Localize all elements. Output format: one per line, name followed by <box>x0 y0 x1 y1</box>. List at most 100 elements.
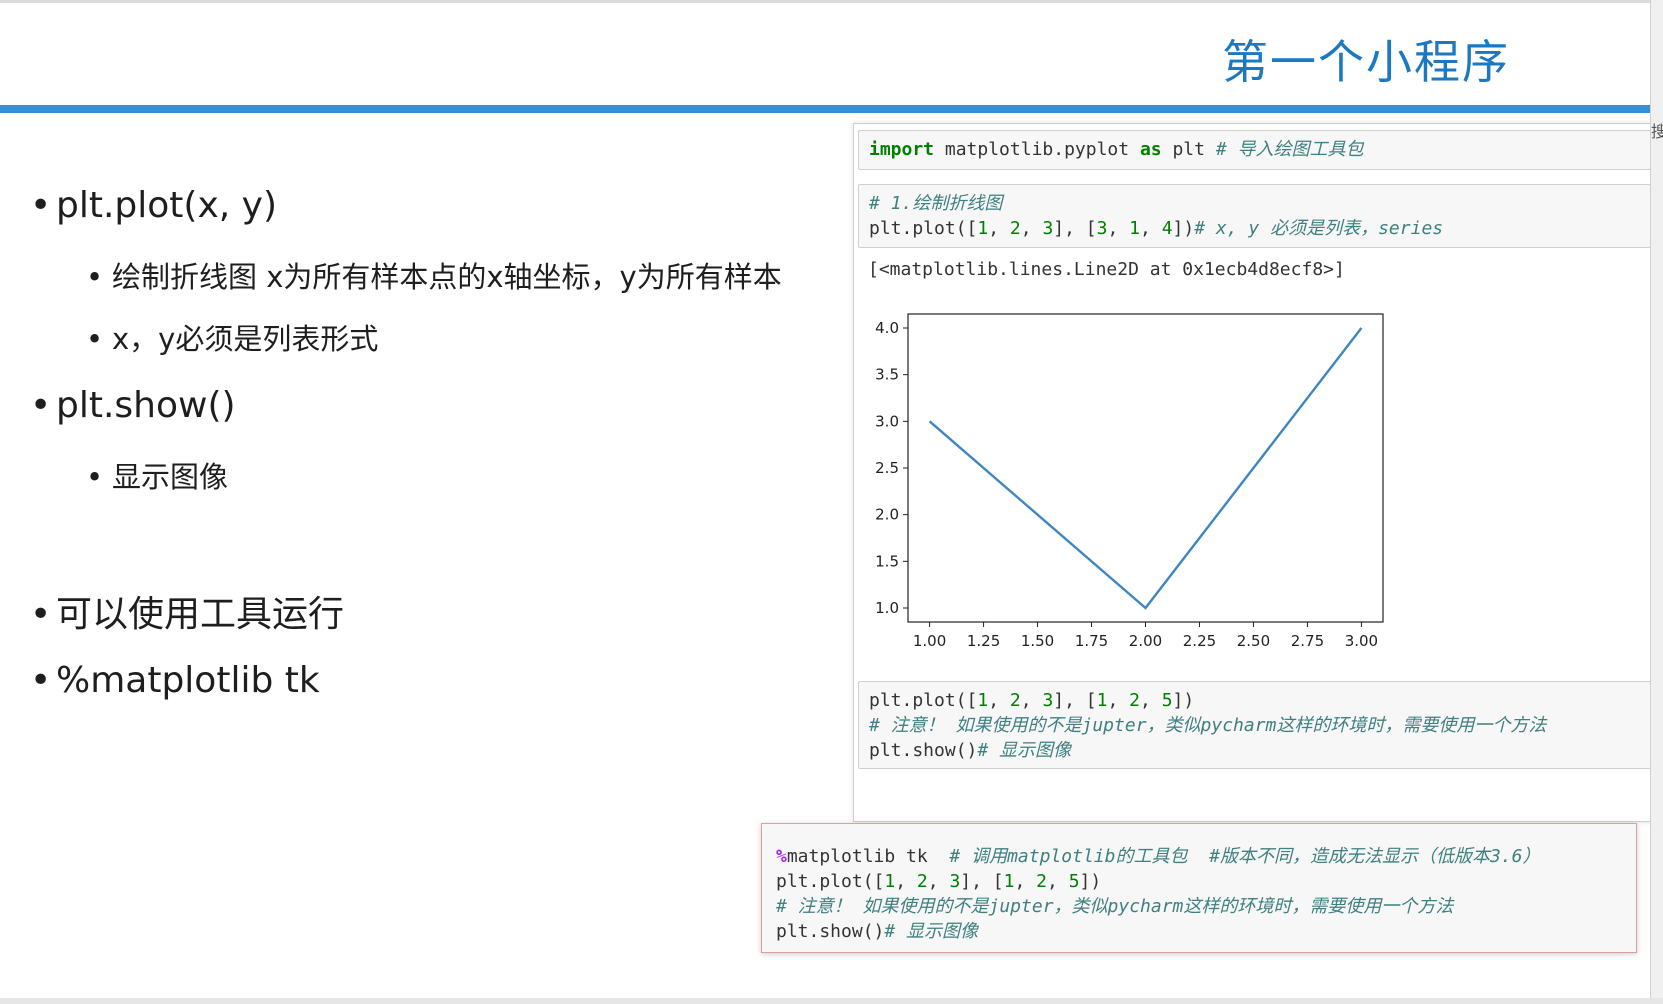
bullet-text: x，y必须是列表形式 <box>112 322 379 356</box>
window-right-edge: 搜索 <box>1650 0 1663 1004</box>
code-number: 1 <box>1096 690 1108 711</box>
code-number: 2 <box>916 871 928 892</box>
cell-output-text: [<matplotlib.lines.Line2D at 0x1ecb4d8ec… <box>868 259 1345 280</box>
x-tick-label: 1.25 <box>967 632 1000 650</box>
code-text: ]) <box>1172 690 1195 711</box>
code-number: 2 <box>1009 218 1021 239</box>
code-text: , <box>1020 218 1043 239</box>
y-tick-label: 3.5 <box>875 366 899 384</box>
slide-title: 第一个小程序 <box>1222 35 1510 89</box>
bullet-matplotlib-tk: • %matplotlib tk <box>30 660 320 701</box>
code-text: ]) <box>1172 218 1195 239</box>
alias-name: plt <box>1161 139 1216 160</box>
y-tick-label: 3.0 <box>875 412 899 430</box>
code-text: matplotlib tk <box>786 846 950 867</box>
code-number: 3 <box>949 871 961 892</box>
code-number: 2 <box>1009 690 1021 711</box>
code-number: 1 <box>977 690 989 711</box>
code-comment: # 显示图像 <box>977 740 1072 761</box>
bullet-text: plt.plot(x, y) <box>56 185 277 226</box>
plot-area <box>907 313 1384 623</box>
code-text: , <box>1140 690 1162 711</box>
code-text: plt.plot([ <box>776 871 885 892</box>
title-rule <box>0 105 1650 113</box>
code-text: , <box>1020 690 1043 711</box>
magic-percent: % <box>776 846 787 867</box>
code-number: 2 <box>1129 690 1141 711</box>
bullet-plt-show: • plt.show() <box>30 385 236 426</box>
bullet-list-format: • x，y必须是列表形式 <box>86 316 378 358</box>
code-text: , <box>1014 871 1037 892</box>
code-text: , <box>1107 690 1130 711</box>
code-text: plt.show() <box>869 740 978 761</box>
y-tick-label: 1.0 <box>875 599 899 617</box>
code-text: plt.plot([ <box>869 218 978 239</box>
bullet-show-desc: • 显示图像 <box>86 454 228 496</box>
bullet-plt-plot: • plt.plot(x, y) <box>30 185 277 226</box>
code-cell-show[interactable]: plt.plot([1, 2, 3], [1, 2, 5]) # 注意！ 如果使… <box>858 681 1651 769</box>
code-text: , <box>927 871 950 892</box>
code-text: , <box>988 690 1010 711</box>
code-number: 1 <box>1003 871 1015 892</box>
keyword-import: import <box>869 139 935 160</box>
code-number: 5 <box>1161 690 1173 711</box>
bullet-text: %matplotlib tk <box>56 660 320 701</box>
x-tick-label: 3.00 <box>1345 632 1378 650</box>
keyword-as: as <box>1139 139 1162 160</box>
bullet-use-tool: • 可以使用工具运行 <box>30 585 344 637</box>
code-number: 1 <box>884 871 896 892</box>
code-text: ], [ <box>960 871 1004 892</box>
code-number: 3 <box>1042 218 1054 239</box>
code-comment: # 显示图像 <box>884 921 979 942</box>
bullet-text: 可以使用工具运行 <box>56 594 345 635</box>
x-tick-label: 2.50 <box>1237 632 1270 650</box>
code-comment: # 导入绘图工具包 <box>1215 139 1364 160</box>
x-tick-label: 2.00 <box>1129 632 1162 650</box>
x-tick-label: 1.50 <box>1021 632 1054 650</box>
code-comment: # 1.绘制折线图 <box>869 193 1003 214</box>
code-comment: # 注意！ 如果使用的不是jupter，类似pycharm这样的环境时，需要使用… <box>776 896 1454 917</box>
code-number: 3 <box>1096 218 1108 239</box>
code-cell-matplotlib-tk[interactable]: %matplotlib tk # 调用matplotlib的工具包 #版本不同，… <box>761 823 1637 953</box>
bullet-text: 绘制折线图 x为所有样本点的x轴坐标，y为所有样本 <box>112 260 782 294</box>
code-number: 1 <box>977 218 989 239</box>
code-number: 5 <box>1068 871 1080 892</box>
bullet-dot: • <box>30 660 52 701</box>
bullet-text: 显示图像 <box>112 460 229 494</box>
code-number: 2 <box>1036 871 1048 892</box>
x-tick-label: 1.00 <box>913 632 946 650</box>
notebook-panel: import matplotlib.pyplot as plt # 导入绘图工具… <box>853 123 1652 822</box>
code-comment: # 调用matplotlib的工具包 #版本不同，造成无法显示（低版本3.6） <box>949 846 1541 867</box>
code-text: ], [ <box>1053 218 1097 239</box>
slide: 第一个小程序 • plt.plot(x, y) • 绘制折线图 x为所有样本点的x轴… <box>0 0 1652 1000</box>
code-text: , <box>1047 871 1069 892</box>
code-cell-plot[interactable]: # 1.绘制折线图 plt.plot([1, 2, 3], [3, 1, 4])… <box>858 184 1651 248</box>
line-chart: 1.00 1.25 1.50 1.75 2.00 2.25 2.50 2.75 3.00 1.0 1… <box>875 313 1384 650</box>
code-text: ]) <box>1079 871 1102 892</box>
bullet-text: plt.show() <box>56 385 236 426</box>
x-tick-label: 2.75 <box>1291 632 1324 650</box>
x-tick-label: 2.25 <box>1183 632 1216 650</box>
bullet-dot: • <box>30 385 52 426</box>
bullet-plot-desc: • 绘制折线图 x为所有样本点的x轴坐标，y为所有样本 <box>86 254 782 296</box>
code-number: 1 <box>1129 218 1141 239</box>
code-text: , <box>1107 218 1130 239</box>
y-tick-label: 2.5 <box>875 459 899 477</box>
code-text: ], [ <box>1053 690 1097 711</box>
code-text: plt.plot([ <box>869 690 978 711</box>
code-text: , <box>1140 218 1162 239</box>
bullet-dot: • <box>86 260 104 294</box>
bullet-dot: • <box>30 185 52 226</box>
code-text: plt.show() <box>776 921 885 942</box>
module-name: matplotlib.pyplot <box>934 139 1140 160</box>
bullet-dot: • <box>86 460 104 494</box>
code-cell-import[interactable]: import matplotlib.pyplot as plt # 导入绘图工具… <box>858 130 1651 170</box>
code-number: 4 <box>1161 218 1173 239</box>
code-text: , <box>988 218 1010 239</box>
code-number: 3 <box>1042 690 1054 711</box>
code-comment: # x, y 必须是列表，series <box>1194 218 1444 239</box>
y-tick-label: 4.0 <box>875 319 899 337</box>
code-text: , <box>895 871 917 892</box>
bullet-dot: • <box>86 322 104 356</box>
bullet-dot: • <box>30 594 52 635</box>
